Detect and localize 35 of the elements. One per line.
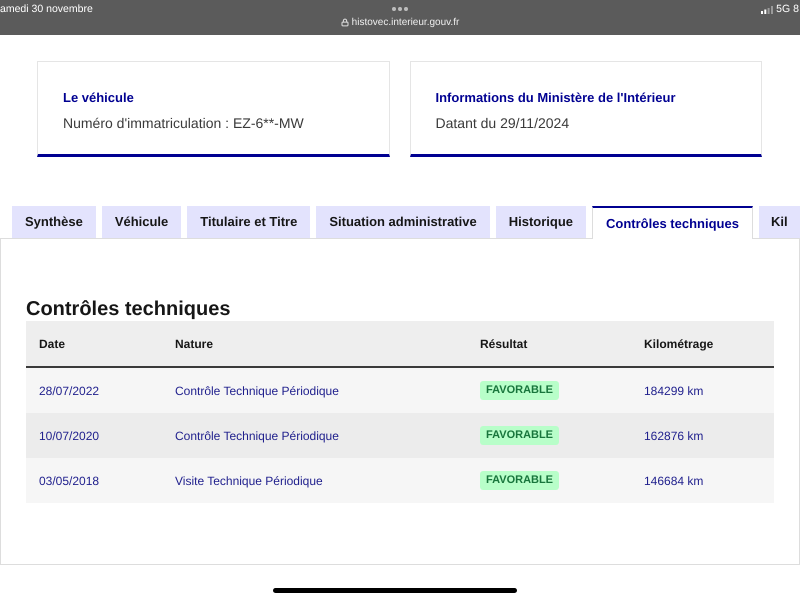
result-badge: FAVORABLE [480,471,560,490]
column-header: Nature [175,336,214,350]
result-badge: FAVORABLE [480,381,560,400]
mileage-cell: 184299 km [644,384,704,398]
lock-icon [340,18,349,27]
tab[interactable]: Situation administrative [316,206,490,238]
nature-cell: Contrôle Technique Périodique [175,428,339,442]
column-header: Kilométrage [644,336,714,350]
url-text[interactable]: histovec.interieur.gouv.fr [352,16,460,29]
signal-icon [761,6,774,14]
mileage-cell: 146684 km [644,474,704,488]
tab[interactable]: Kil [758,206,800,238]
tab[interactable]: Historique [496,206,586,238]
tab[interactable]: Véhicule [102,206,182,238]
result-badge: FAVORABLE [480,426,560,445]
nature-cell: Visite Technique Périodique [175,474,323,488]
date-cell: 03/05/2018 [39,474,100,488]
card-title: Le véhicule [63,89,134,106]
status-date: amedi 30 novembre [0,3,93,16]
card-title: Informations du Ministère de l'Intérieur [436,89,676,106]
column-header: Date [39,336,66,350]
section-title: Contrôles techniques [26,297,232,321]
tab[interactable]: Contrôles techniques [592,206,753,239]
card-text: Datant du 29/11/2024 [436,114,570,133]
tab[interactable]: Titulaire et Titre [187,206,310,238]
network-label: 5G [776,3,790,16]
date-cell: 28/07/2022 [39,384,100,398]
battery-percentage: 8 [793,3,799,16]
mileage-cell: 162876 km [644,428,704,442]
card-text: Numéro d'immatriculation : EZ-6**-MW [63,114,304,133]
column-header: Résultat [480,336,528,350]
more-dots-icon [392,7,408,11]
date-cell: 10/07/2020 [39,428,100,442]
tab[interactable]: Synthèse [12,206,96,238]
nature-cell: Contrôle Technique Périodique [175,384,339,398]
